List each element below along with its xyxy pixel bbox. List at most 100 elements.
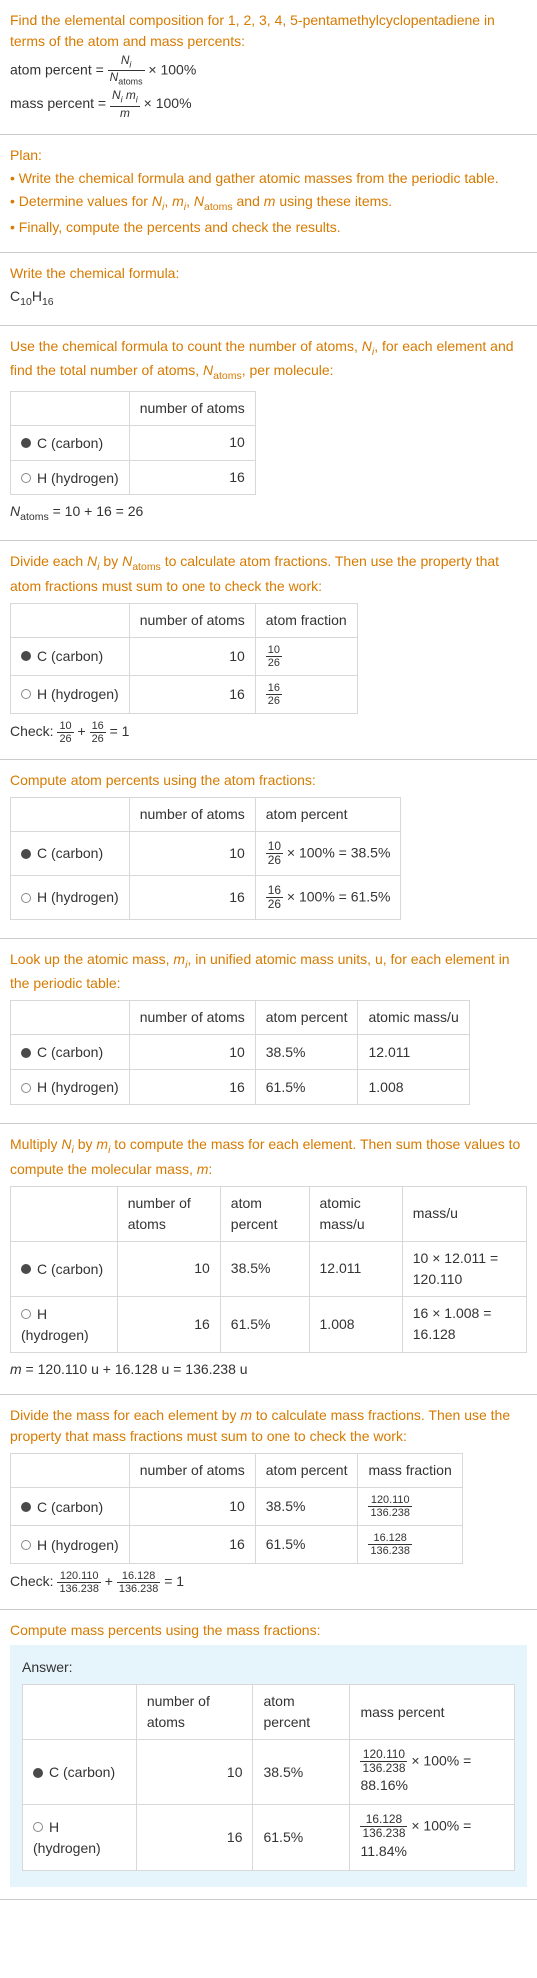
eq: = 1 <box>110 723 130 739</box>
col-natoms: number of atoms <box>129 797 255 831</box>
carbon-dot-icon <box>21 438 31 448</box>
eq: = 10 + 16 = 26 <box>49 503 144 519</box>
tail: × 100% <box>144 95 192 111</box>
carbon-dot-icon <box>21 1048 31 1058</box>
label: mass percent = <box>10 95 110 111</box>
table-row: C (carbon) 10 <box>11 425 256 460</box>
value-cell: 61.5% <box>255 1526 358 1564</box>
table-row: H (hydrogen) 16 61.5% 16.128136.238 × 10… <box>23 1805 515 1870</box>
carbon-dot-icon <box>21 1264 31 1274</box>
carbon-dot-icon <box>21 1502 31 1512</box>
label: H (hydrogen) <box>37 1537 119 1553</box>
value-cell: 16 <box>129 675 255 713</box>
col-atom-percent: atom percent <box>220 1186 309 1241</box>
value-cell: 38.5% <box>220 1241 309 1296</box>
element-cell: H (hydrogen) <box>11 1526 130 1564</box>
text: Divide the mass for each element by m to… <box>10 1405 527 1447</box>
header-row: number of atoms atom fraction <box>11 603 358 637</box>
value-cell: 10 <box>129 831 255 875</box>
c-sub: 10 <box>20 296 32 308</box>
value-cell: 38.5% <box>253 1740 350 1805</box>
value-cell: 12.011 <box>358 1035 469 1070</box>
text: Divide each Ni by Natoms to calculate at… <box>10 551 527 597</box>
eq: = 120.110 u + 16.128 u = 136.238 u <box>22 1361 248 1377</box>
table-row: H (hydrogen) 16 61.5% 1.008 16 × 1.008 =… <box>11 1296 527 1353</box>
col-atomic-mass: atomic mass/u <box>309 1186 402 1241</box>
check-line: Check: 1026 + 1626 = 1 <box>10 720 527 745</box>
natoms-total: Natoms = 10 + 16 = 26 <box>10 501 527 526</box>
hydrogen-dot-icon <box>21 689 31 699</box>
value-cell: 16 <box>129 875 255 919</box>
value-cell: 1.008 <box>358 1070 469 1105</box>
t: Use the chemical formula to count the nu… <box>10 338 362 354</box>
carbon-dot-icon <box>21 849 31 859</box>
mass-table: number of atoms atom percent atomic mass… <box>10 1186 527 1354</box>
col-natoms: number of atoms <box>129 1001 255 1035</box>
t: Multiply <box>10 1136 61 1152</box>
col-natoms: number of atoms <box>129 1454 255 1488</box>
t: Divide each <box>10 553 87 569</box>
t: Divide the mass for each element by <box>10 1407 240 1423</box>
plus: + <box>78 723 90 739</box>
label: C (carbon) <box>37 845 103 861</box>
table-row: C (carbon) 10 1026 <box>11 637 358 675</box>
heading: Compute atom percents using the atom fra… <box>10 770 527 791</box>
t: : <box>208 1161 212 1177</box>
text: • Determine values for <box>10 193 152 209</box>
label: Check: <box>10 1573 57 1589</box>
value-cell: 16 × 1.008 = 16.128 <box>402 1296 526 1353</box>
col-atom-percent: atom percent <box>253 1685 350 1740</box>
col-natoms: number of atoms <box>129 603 255 637</box>
label: H (hydrogen) <box>37 686 119 702</box>
chemical-formula: C10H16 <box>10 286 527 311</box>
label: H (hydrogen) <box>37 469 119 485</box>
col-natoms: number of atoms <box>117 1186 220 1241</box>
value-cell: 12.011 <box>309 1241 402 1296</box>
hydrogen-dot-icon <box>21 1083 31 1093</box>
col-atom-percent: atom percent <box>255 797 401 831</box>
carbon-dot-icon <box>21 651 31 661</box>
carbon-dot-icon <box>33 1768 43 1778</box>
heading: Write the chemical formula: <box>10 263 527 284</box>
table-row: C (carbon) 10 38.5% 12.011 <box>11 1035 470 1070</box>
answer-table: number of atoms atom percent mass percen… <box>22 1684 515 1870</box>
percent-cell: 120.110136.238 × 100% = 88.16% <box>350 1740 515 1805</box>
answer-label: Answer: <box>22 1657 515 1678</box>
label: Check: <box>10 723 57 739</box>
col-natoms: number of atoms <box>129 391 255 425</box>
element-mass-section: Multiply Ni by mi to compute the mass fo… <box>0 1124 537 1395</box>
value-cell: 10 × 12.011 = 120.110 <box>402 1241 526 1296</box>
header-row: number of atoms atom percent mass percen… <box>23 1685 515 1740</box>
element-cell: C (carbon) <box>11 1241 118 1296</box>
percent-cell: 1026 × 100% = 38.5% <box>255 831 401 875</box>
text: Look up the atomic mass, mi, in unified … <box>10 949 527 995</box>
percent-cell: 16.128136.238 × 100% = 11.84% <box>350 1805 515 1870</box>
label: H (hydrogen) <box>21 1305 89 1343</box>
fraction-cell: 16.128136.238 <box>358 1526 462 1564</box>
element-cell: H (hydrogen) <box>11 1070 130 1105</box>
element-cell: H (hydrogen) <box>11 675 130 713</box>
text: Use the chemical formula to count the nu… <box>10 336 527 385</box>
header-row: number of atoms atom percent atomic mass… <box>11 1001 470 1035</box>
atomic-mass-table: number of atoms atom percent atomic mass… <box>10 1000 470 1105</box>
col-natoms: number of atoms <box>136 1685 253 1740</box>
value-cell: 10 <box>129 1035 255 1070</box>
plan-section: Plan: • Write the chemical formula and g… <box>0 135 537 254</box>
value-cell: 38.5% <box>255 1488 358 1526</box>
value-cell: 10 <box>129 637 255 675</box>
hydrogen-dot-icon <box>33 1822 43 1832</box>
plan-bullet-2: • Determine values for Ni, mi, Natoms an… <box>10 191 527 216</box>
value-cell: 16 <box>129 460 255 495</box>
text: using these items. <box>275 193 392 209</box>
col-mass-fraction: mass fraction <box>358 1454 462 1488</box>
h-sub: 16 <box>42 296 54 308</box>
table-row: H (hydrogen) 16 <box>11 460 256 495</box>
c: C <box>10 288 20 304</box>
label: H (hydrogen) <box>37 1079 119 1095</box>
count-atoms-section: Use the chemical formula to count the nu… <box>0 326 537 541</box>
value-cell: 10 <box>129 1488 255 1526</box>
heading: Compute mass percents using the mass fra… <box>10 1620 527 1641</box>
intro-section: Find the elemental composition for 1, 2,… <box>0 0 537 135</box>
header-row: number of atoms <box>11 391 256 425</box>
t: by <box>74 1136 97 1152</box>
